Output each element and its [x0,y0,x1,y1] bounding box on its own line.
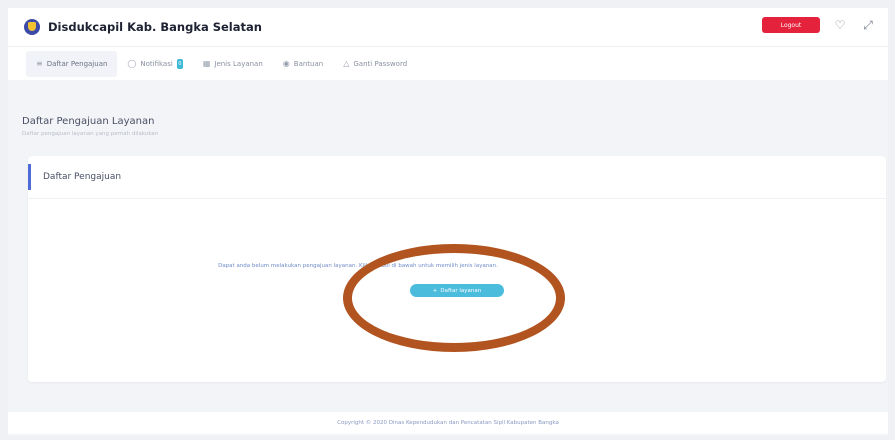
menu-item-label: Jenis Layanan [214,59,263,68]
menu-item-label: Bantuan [293,59,324,68]
main-menu: ≡ Daftar Pengajuan ◯ Notifikasi 0 ▦ Jeni… [8,46,888,80]
card-header: Daftar Pengajuan [28,164,886,190]
card-divider [28,198,886,199]
help-icon: ◉ [282,59,290,68]
menu-item-jenis-layanan[interactable]: ▦ Jenis Layanan [193,51,273,77]
grid-icon: ▦ [202,59,211,68]
page-subtitle: Daftar pengajuan layanan yang pernah dil… [22,131,159,137]
card-title: Daftar Pengajuan [43,172,122,182]
fullscreen-icon[interactable]: ⤢ [860,17,876,33]
list-icon: ≡ [36,59,43,68]
notification-badge: 0 [176,58,183,69]
empty-state-message: Dapat anda belum melakukan pengajuan lay… [218,263,498,269]
menu-item-label: Daftar Pengajuan [46,59,108,68]
brand[interactable]: Disdukcapil Kab. Bangka Selatan [24,19,262,35]
plus-icon: + [432,287,438,294]
menu-item-daftar-pengajuan[interactable]: ≡ Daftar Pengajuan [26,50,118,77]
bell-icon: ◯ [127,59,137,68]
menu-item-label: Ganti Password [353,59,408,68]
menu-item-bantuan[interactable]: ◉ Bantuan [273,51,333,77]
top-bar: Disdukcapil Kab. Bangka Selatan Logout ♡… [8,8,888,46]
app-title: Disdukcapil Kab. Bangka Selatan [48,20,262,34]
menu-item-label: Notifikasi [140,59,173,68]
logo-icon [24,19,40,35]
menu-item-notifikasi[interactable]: ◯ Notifikasi 0 [117,51,192,77]
notification-bell-icon[interactable]: ♡ [832,17,848,33]
footer: Copyright © 2020 Dinas Kependudukan dan … [8,412,888,434]
page-title: Daftar Pengajuan Layanan [22,116,155,127]
submissions-card: Daftar Pengajuan Dapat anda belum melaku… [28,156,886,382]
menu-item-ganti-password[interactable]: △ Ganti Password [333,51,417,77]
logout-button[interactable]: Logout [762,17,820,33]
top-bar-actions: Logout ♡ ⤢ [762,17,876,33]
register-service-button[interactable]: + Daftar layanan [410,284,504,297]
button-label: Daftar layanan [440,287,482,294]
lock-icon: △ [343,59,350,68]
